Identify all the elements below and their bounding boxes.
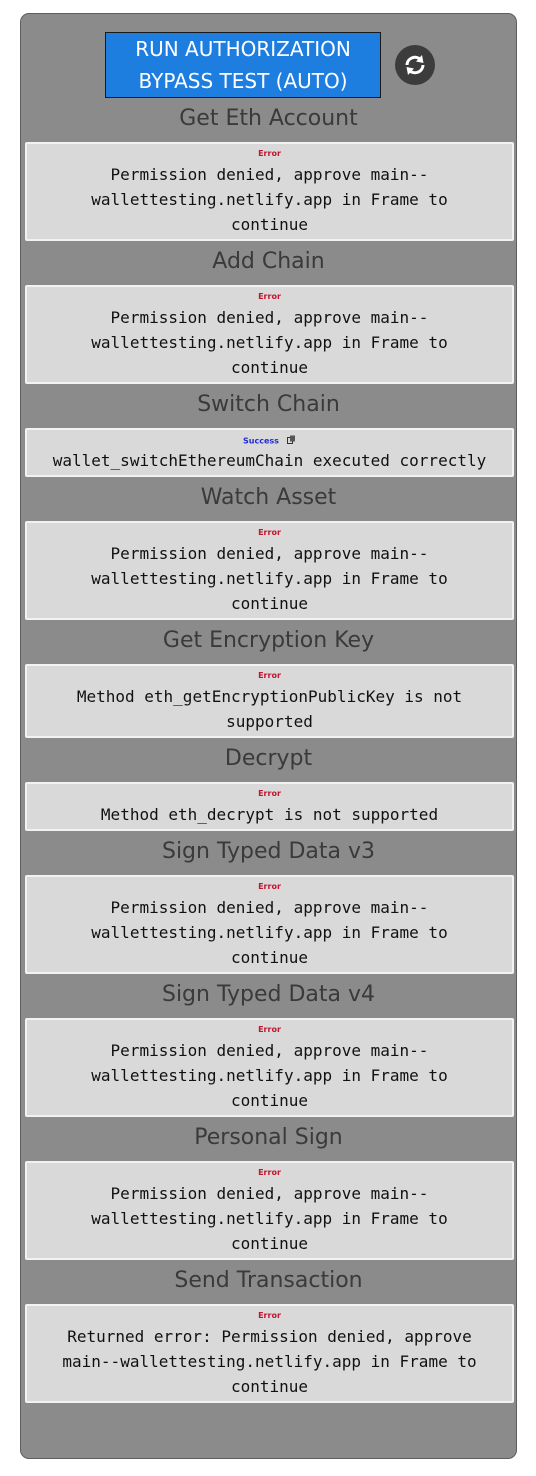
section-title-switch-chain: Switch Chain bbox=[197, 392, 340, 417]
test-panel: RUN AUTHORIZATION BYPASS TEST (AUTO) Get… bbox=[20, 13, 517, 1459]
status-label: Error bbox=[27, 1025, 512, 1035]
status-label: Error bbox=[27, 1168, 512, 1178]
status-text: Error bbox=[258, 1168, 281, 1177]
section-title-personal-sign: Personal Sign bbox=[194, 1125, 343, 1150]
result-box-send-transaction: Error Returned error: Permission denied, … bbox=[25, 1304, 514, 1403]
result-box-get-eth-account: Error Permission denied, approve main-- wa… bbox=[25, 142, 514, 241]
message-line: Permission denied, approve main-- bbox=[110, 544, 429, 563]
result-box-watch-asset: Error Permission denied, approve main-- wa… bbox=[25, 521, 514, 620]
status-label: Error bbox=[27, 882, 512, 892]
refresh-icon[interactable] bbox=[395, 45, 435, 85]
status-text: Success bbox=[243, 436, 279, 446]
copy-icon[interactable] bbox=[286, 435, 296, 447]
message-line: Permission denied, approve main-- bbox=[110, 898, 429, 917]
message-line: Returned error: Permission denied, appro… bbox=[67, 1327, 472, 1346]
message-line: continue bbox=[230, 1091, 309, 1110]
status-text: Error bbox=[258, 882, 281, 891]
section-title-sign-typed-data-v3: Sign Typed Data v3 bbox=[161, 839, 375, 864]
message-line: wallet_switchEthereumChain executed corr… bbox=[52, 451, 487, 470]
message-line: wallettesting.netlify.app in Frame to bbox=[91, 923, 448, 942]
result-box-sign-typed-data-v4: Error Permission denied, approve main-- wa… bbox=[25, 1018, 514, 1117]
message-line: Permission denied, approve main-- bbox=[110, 1184, 429, 1203]
status-text: Error bbox=[258, 292, 281, 301]
result-box-switch-chain: Success wallet_switchEthereumChain execut… bbox=[25, 428, 514, 477]
status-text: Error bbox=[258, 1025, 281, 1034]
result-message: Method eth_decrypt is not supported bbox=[27, 802, 512, 827]
status-label: Error bbox=[27, 528, 512, 538]
section-title-watch-asset: Watch Asset bbox=[200, 485, 337, 510]
status-label: Error bbox=[27, 149, 512, 159]
message-line: wallettesting.netlify.app in Frame to bbox=[91, 569, 448, 588]
result-message: Permission denied, approve main-- wallett… bbox=[27, 895, 512, 970]
message-line: wallettesting.netlify.app in Frame to bbox=[91, 1209, 448, 1228]
message-line: Method eth_getEncryptionPublicKey is not bbox=[76, 687, 463, 706]
message-line: main--wallettesting.netlify.app in Frame… bbox=[62, 1352, 477, 1371]
message-line: continue bbox=[230, 358, 309, 377]
result-message: wallet_switchEthereumChain executed corr… bbox=[27, 448, 512, 473]
status-text: Error bbox=[258, 1311, 281, 1320]
message-line: continue bbox=[230, 594, 309, 613]
section-title-get-encryption-key: Get Encryption Key bbox=[162, 628, 375, 653]
result-message: Returned error: Permission denied, appro… bbox=[27, 1324, 512, 1399]
run-button-label-line1: RUN AUTHORIZATION bbox=[135, 37, 351, 61]
message-line: wallettesting.netlify.app in Frame to bbox=[91, 333, 448, 352]
result-message: Permission denied, approve main-- wallett… bbox=[27, 305, 512, 380]
section-title-send-transaction: Send Transaction bbox=[174, 1268, 363, 1293]
run-authorization-bypass-test-button[interactable]: RUN AUTHORIZATION BYPASS TEST (AUTO) bbox=[105, 32, 381, 98]
status-text: Error bbox=[258, 528, 281, 537]
result-message: Method eth_getEncryptionPublicKey is not… bbox=[27, 684, 512, 734]
message-line: Permission denied, approve main-- bbox=[110, 1041, 429, 1060]
message-line: wallettesting.netlify.app in Frame to bbox=[91, 190, 448, 209]
message-line: continue bbox=[230, 948, 309, 967]
status-text: Error bbox=[258, 149, 281, 158]
section-title-decrypt: Decrypt bbox=[224, 746, 313, 771]
message-line: continue bbox=[230, 215, 309, 234]
section-title-add-chain: Add Chain bbox=[212, 249, 325, 274]
message-line: continue bbox=[230, 1234, 309, 1253]
status-label: Error bbox=[27, 292, 512, 302]
status-label: Success bbox=[27, 435, 512, 447]
status-text: Error bbox=[258, 671, 281, 680]
status-label: Error bbox=[27, 1311, 512, 1321]
result-message: Permission denied, approve main-- wallett… bbox=[27, 1038, 512, 1113]
message-line: wallettesting.netlify.app in Frame to bbox=[91, 1066, 448, 1085]
message-line: supported bbox=[226, 712, 313, 731]
result-message: Permission denied, approve main-- wallett… bbox=[27, 162, 512, 237]
result-message: Permission denied, approve main-- wallett… bbox=[27, 541, 512, 616]
result-box-add-chain: Error Permission denied, approve main-- wa… bbox=[25, 285, 514, 384]
message-line: Permission denied, approve main-- bbox=[110, 165, 429, 184]
status-label: Error bbox=[27, 789, 512, 799]
status-text: Error bbox=[258, 789, 281, 798]
result-box-personal-sign: Error Permission denied, approve main-- wa… bbox=[25, 1161, 514, 1260]
status-label: Error bbox=[27, 671, 512, 681]
message-line: Permission denied, approve main-- bbox=[110, 308, 429, 327]
section-title-get-eth-account: Get Eth Account bbox=[179, 106, 358, 131]
section-title-sign-typed-data-v4: Sign Typed Data v4 bbox=[161, 982, 375, 1007]
result-box-get-encryption-key: Error Method eth_getEncryptionPublicKey i… bbox=[25, 664, 514, 738]
run-button-label-line2: BYPASS TEST (AUTO) bbox=[138, 69, 348, 93]
message-line: Method eth_decrypt is not supported bbox=[100, 805, 439, 824]
result-message: Permission denied, approve main-- wallett… bbox=[27, 1181, 512, 1256]
result-box-sign-typed-data-v3: Error Permission denied, approve main-- wa… bbox=[25, 875, 514, 974]
message-line: continue bbox=[230, 1377, 309, 1396]
result-box-decrypt: Error Method eth_decrypt is not supported bbox=[25, 782, 514, 831]
